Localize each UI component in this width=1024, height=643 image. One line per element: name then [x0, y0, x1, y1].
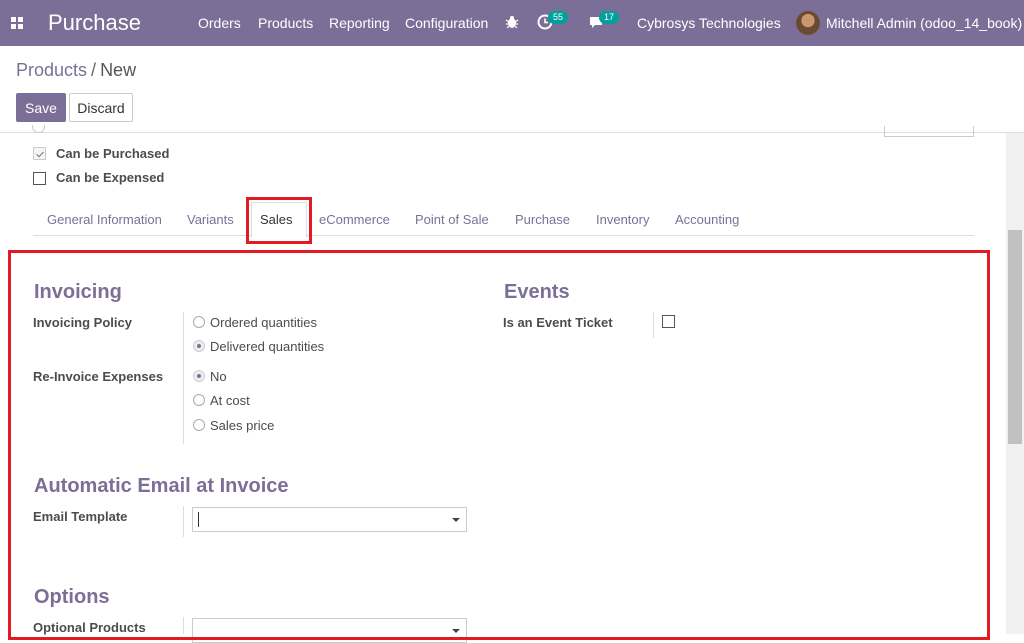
partial-field	[884, 126, 974, 137]
can-be-purchased-checkbox[interactable]	[33, 147, 46, 160]
can-be-expensed-checkbox[interactable]	[33, 172, 46, 185]
tab-purchase[interactable]: Purchase	[515, 212, 570, 227]
discard-button[interactable]: Discard	[69, 93, 133, 122]
tab-ecommerce[interactable]: eCommerce	[319, 212, 390, 227]
control-panel-divider	[0, 132, 1024, 133]
bug-icon[interactable]	[505, 15, 519, 29]
highlight-sales-tab	[246, 197, 312, 244]
apps-menu-icon[interactable]	[11, 17, 23, 29]
tab-variants[interactable]: Variants	[187, 212, 234, 227]
breadcrumb-products[interactable]: Products	[16, 60, 87, 80]
menu-reporting[interactable]: Reporting	[329, 15, 390, 31]
company-switcher[interactable]: Cybrosys Technologies	[637, 15, 781, 31]
messages-badge: 17	[599, 11, 620, 24]
menu-orders[interactable]: Orders	[198, 15, 241, 31]
menu-configuration[interactable]: Configuration	[405, 15, 488, 31]
can-be-expensed-label: Can be Expensed	[56, 170, 165, 185]
can-be-purchased-label: Can be Purchased	[56, 146, 170, 161]
menu-products[interactable]: Products	[258, 15, 313, 31]
breadcrumb-current: New	[100, 60, 137, 80]
tab-accounting[interactable]: Accounting	[675, 212, 739, 227]
breadcrumb: Products / New	[16, 60, 136, 81]
tab-general-information[interactable]: General Information	[47, 212, 162, 227]
tabs-divider	[33, 235, 974, 236]
activity-badge: 55	[548, 11, 569, 24]
save-button[interactable]: Save	[16, 93, 66, 122]
breadcrumb-separator: /	[91, 60, 97, 80]
user-menu[interactable]: Mitchell Admin (odoo_14_book)	[826, 15, 1022, 31]
tab-inventory[interactable]: Inventory	[596, 212, 649, 227]
tab-point-of-sale[interactable]: Point of Sale	[415, 212, 489, 227]
user-avatar[interactable]	[796, 11, 820, 35]
top-navbar: Purchase Orders Products Reporting Confi…	[0, 0, 1024, 46]
highlight-sales-content	[8, 250, 990, 640]
app-brand[interactable]: Purchase	[48, 10, 141, 36]
scrollbar-thumb[interactable]	[1008, 230, 1022, 444]
